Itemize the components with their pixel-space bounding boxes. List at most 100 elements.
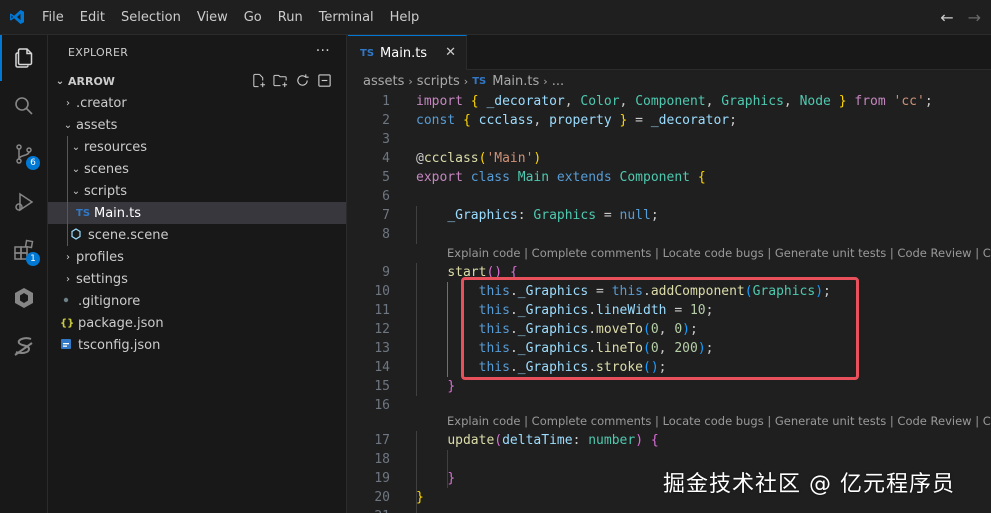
indent-guide — [67, 224, 68, 246]
line-number: 20 — [374, 490, 390, 505]
collapse-all-icon[interactable] — [317, 73, 332, 88]
line-number: 21 — [348, 507, 390, 513]
tab-label: Main.ts — [380, 45, 428, 61]
code-line: 17 update(deltaTime: number) { — [348, 431, 991, 450]
watermark-text: 掘金技术社区 @ 亿元程序员 — [663, 472, 955, 497]
line-number: 6 — [382, 189, 390, 204]
refresh-icon[interactable] — [295, 73, 310, 88]
line-number: 12 — [374, 322, 390, 337]
typescript-file-icon: TS — [76, 207, 91, 219]
code-line: 4 @ccclass('Main') — [348, 149, 991, 168]
breadcrumb-item-symbol[interactable]: ... — [552, 74, 564, 89]
new-file-icon[interactable] — [251, 73, 266, 88]
line-number: 18 — [374, 452, 390, 467]
run-debug-icon[interactable] — [0, 179, 48, 225]
back-arrow-icon[interactable]: ← — [940, 8, 953, 27]
vscode-logo-icon — [0, 0, 34, 35]
tree-item-label: Main.ts — [94, 205, 142, 221]
line-number: 17 — [374, 433, 390, 448]
tree-item-settings[interactable]: › settings — [48, 268, 346, 290]
tree-item-main-ts[interactable]: TS Main.ts — [48, 202, 346, 224]
breadcrumb-item-scripts[interactable]: scripts — [417, 74, 460, 89]
tree-item-label: scenes — [84, 161, 129, 177]
tree-item-label: .creator — [76, 95, 127, 111]
search-icon[interactable] — [0, 83, 48, 129]
tree-item-scenes[interactable]: ⌄ scenes — [48, 158, 346, 180]
tree-item-creator[interactable]: › .creator — [48, 92, 346, 114]
menu-edit[interactable]: Edit — [72, 0, 113, 35]
code-text: @ccclass('Main') — [416, 151, 542, 166]
tree-item-profiles[interactable]: › profiles — [48, 246, 346, 268]
code-text: _Graphics: Graphics = null; — [447, 208, 659, 223]
explorer-header: EXPLORER ··· — [48, 35, 346, 70]
menu-terminal[interactable]: Terminal — [311, 0, 382, 35]
line-number: 10 — [374, 284, 390, 299]
tree-item-label: assets — [76, 117, 118, 133]
code-line: 2 const { ccclass, property } = _decorat… — [348, 111, 991, 130]
chevron-down-icon: ⌄ — [71, 163, 81, 175]
activity-bar: 6 1 — [0, 35, 48, 513]
chevron-right-icon: › — [66, 273, 70, 285]
more-actions-icon[interactable]: ··· — [316, 43, 330, 59]
chevron-right-icon: › — [66, 97, 70, 109]
explorer-title: EXPLORER — [68, 46, 129, 59]
code-text: } — [416, 490, 424, 505]
tree-item-package-json[interactable]: {} package.json — [48, 312, 346, 334]
menu-file[interactable]: File — [34, 0, 72, 35]
tree-item-tsconfig-json[interactable]: tsconfig.json — [48, 334, 346, 356]
source-control-icon[interactable]: 6 — [0, 131, 48, 177]
highlight-annotation-box — [461, 277, 859, 380]
chevron-right-icon: › — [543, 74, 548, 88]
explorer-actions — [251, 73, 332, 88]
indent-guide — [67, 158, 68, 180]
tree-item-scene-scene[interactable]: scene.scene — [48, 224, 346, 246]
typescript-file-icon: TS — [360, 47, 375, 59]
tree-item-label: resources — [84, 139, 148, 155]
breadcrumb-item-assets[interactable]: assets — [363, 74, 404, 89]
tree-item-resources[interactable]: ⌄ resources — [48, 136, 346, 158]
tree-item-label: scene.scene — [88, 227, 169, 243]
menu-go[interactable]: Go — [236, 0, 270, 35]
code-line: 1 import { _decorator, Color, Component,… — [348, 92, 991, 111]
line-number: 13 — [374, 341, 390, 356]
tree-item-assets[interactable]: ⌄ assets — [48, 114, 346, 136]
forward-arrow-icon[interactable]: → — [968, 8, 981, 27]
source-control-badge: 6 — [26, 156, 40, 170]
breadcrumb-item-file[interactable]: Main.ts — [492, 74, 539, 89]
scene-file-icon — [70, 227, 88, 243]
code-line: 7 _Graphics: Graphics = null; — [348, 206, 991, 225]
close-icon[interactable]: ✕ — [445, 45, 456, 60]
code-line: 6 — [348, 187, 991, 206]
tree-item-label: settings — [76, 271, 128, 287]
menu-selection[interactable]: Selection — [113, 0, 189, 35]
code-line: 21 — [348, 507, 991, 513]
extensions-badge: 1 — [26, 252, 40, 266]
tree-item-label: .gitignore — [78, 293, 141, 309]
chevron-down-icon: ⌄ — [71, 185, 81, 197]
tab-main-ts[interactable]: TS Main.ts ✕ — [348, 35, 467, 70]
tree-item-gitignore[interactable]: .gitignore — [48, 290, 346, 312]
line-number: 3 — [382, 132, 390, 147]
code-text: export class Main extends Component { — [416, 170, 706, 185]
extensions-icon[interactable]: 1 — [0, 227, 48, 273]
code-line: 3 — [348, 130, 991, 149]
menu-help[interactable]: Help — [382, 0, 428, 35]
indent-guide — [67, 136, 68, 158]
new-folder-icon[interactable] — [273, 73, 288, 88]
codelens-actions[interactable]: Explain code | Complete comments | Locat… — [447, 244, 991, 263]
code-text: } — [447, 471, 456, 486]
tree-item-label: package.json — [78, 315, 164, 331]
tree-item-scripts[interactable]: ⌄ scripts — [48, 180, 346, 202]
workspace-section-header[interactable]: ⌄ ARROW — [48, 70, 346, 92]
chevron-right-icon: › — [463, 74, 469, 88]
chevron-right-icon: › — [66, 251, 70, 263]
line-number: 2 — [382, 113, 390, 128]
extension-s-icon[interactable] — [0, 323, 48, 369]
title-bar: File Edit Selection View Go Run Terminal… — [0, 0, 991, 35]
line-number: 1 — [382, 94, 390, 109]
codelens-actions[interactable]: Explain code | Complete comments | Locat… — [447, 412, 991, 431]
explorer-icon[interactable] — [0, 35, 48, 81]
cocos-icon[interactable] — [0, 275, 48, 321]
menu-view[interactable]: View — [189, 0, 236, 35]
menu-run[interactable]: Run — [270, 0, 311, 35]
